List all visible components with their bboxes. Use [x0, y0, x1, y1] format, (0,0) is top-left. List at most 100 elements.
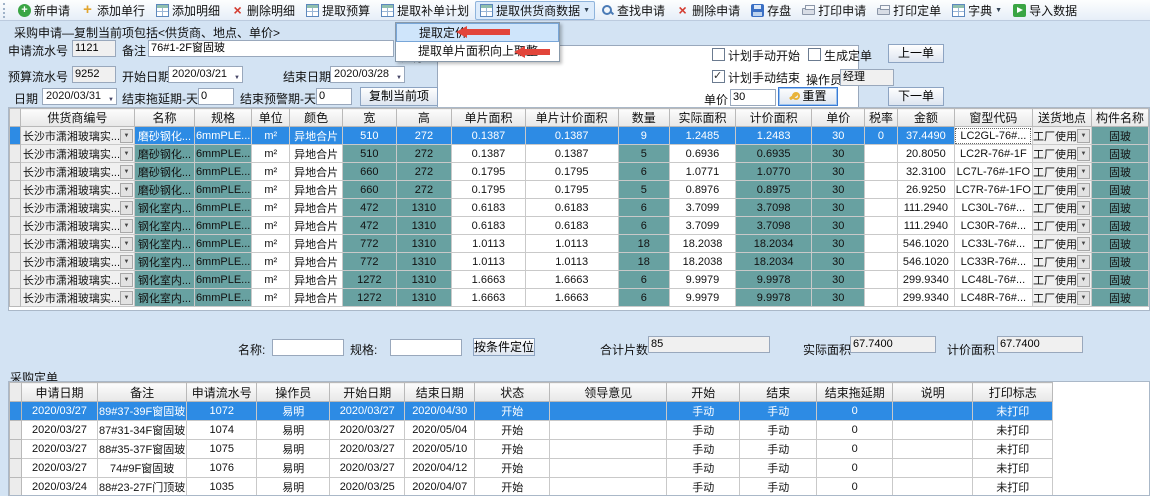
cell[interactable]: 1310: [396, 199, 452, 217]
cell[interactable]: [893, 402, 973, 421]
column-header[interactable]: 金额: [897, 109, 954, 127]
cell[interactable]: 0: [817, 440, 893, 459]
cell[interactable]: 开始: [475, 421, 550, 440]
cell[interactable]: 2020/03/27: [330, 402, 405, 421]
cell[interactable]: 772: [343, 235, 397, 253]
cell[interactable]: 0.1795: [525, 181, 618, 199]
dropdown-arrow-icon[interactable]: ▼: [120, 147, 133, 161]
cell[interactable]: 5: [618, 145, 670, 163]
cell[interactable]: 工厂使用▼: [1032, 235, 1091, 253]
cell[interactable]: 30: [812, 235, 865, 253]
cell[interactable]: 手动: [740, 478, 817, 496]
cell[interactable]: 26.9250: [897, 181, 954, 199]
cell[interactable]: LC33R-76#...: [954, 253, 1032, 271]
cell[interactable]: 88#35-37F窗固玻: [98, 440, 187, 459]
cell[interactable]: 0.1795: [525, 163, 618, 181]
column-header[interactable]: 说明: [893, 383, 973, 402]
end-date-select[interactable]: 2020/03/28▼: [330, 66, 405, 83]
copy-current-button[interactable]: 复制当前项: [360, 87, 438, 106]
cell[interactable]: [865, 289, 898, 307]
cell[interactable]: 长沙市潇湘玻璃实...▼: [20, 235, 134, 253]
plan-manual-end-checkbox[interactable]: [712, 70, 725, 83]
operator-field[interactable]: [840, 69, 894, 86]
cell[interactable]: 1310: [396, 289, 452, 307]
cell[interactable]: 开始: [475, 440, 550, 459]
dropdown-arrow-icon[interactable]: ▼: [1077, 129, 1090, 143]
cell[interactable]: 易明: [257, 402, 330, 421]
dropdown-arrow-icon[interactable]: ▼: [120, 219, 133, 233]
cell[interactable]: 未打印: [973, 421, 1053, 440]
toolbar-button[interactable]: 删除明细: [226, 1, 300, 20]
cell[interactable]: [865, 235, 898, 253]
cell[interactable]: 1.0770: [735, 163, 812, 181]
cell[interactable]: 异地合片: [290, 289, 343, 307]
total-pieces-field[interactable]: [648, 336, 770, 353]
cell[interactable]: 工厂使用▼: [1032, 289, 1091, 307]
table-row[interactable]: 长沙市潇湘玻璃实...▼钢化室内...6mmPLE...m²异地合片472131…: [10, 217, 1149, 235]
cell[interactable]: 钢化室内...: [135, 235, 195, 253]
cell[interactable]: 510: [343, 127, 397, 145]
locate-by-condition-button[interactable]: 按条件定位: [473, 338, 535, 356]
cell[interactable]: 磨砂钢化...: [135, 127, 195, 145]
cell[interactable]: 2020/05/10: [405, 440, 475, 459]
dropdown-arrow-icon[interactable]: ▼: [1077, 165, 1090, 179]
cell[interactable]: 0: [817, 478, 893, 496]
cell[interactable]: 0: [817, 421, 893, 440]
cell[interactable]: 长沙市潇湘玻璃实...▼: [20, 199, 134, 217]
table-row[interactable]: 2020/03/2488#23-27F门顶玻1035易明2020/03/2520…: [10, 478, 1053, 496]
cell[interactable]: 2020/03/27: [22, 421, 98, 440]
column-header[interactable]: 宽: [343, 109, 397, 127]
next-order-button[interactable]: 下一单: [888, 87, 944, 106]
cell[interactable]: 1.0113: [452, 253, 526, 271]
column-header[interactable]: 结束拖延期: [817, 383, 893, 402]
cell[interactable]: 30: [812, 271, 865, 289]
table-row[interactable]: 长沙市潇湘玻璃实...▼磨砂钢化...6mmPLE...m²异地合片660272…: [10, 181, 1149, 199]
cell[interactable]: 299.9340: [897, 289, 954, 307]
row-selector[interactable]: [10, 459, 22, 478]
toolbar-button[interactable]: 打印定单: [872, 1, 946, 20]
cell[interactable]: LC2GL-76#...: [954, 127, 1032, 145]
toolbar-button[interactable]: 查找申请: [596, 1, 670, 20]
dropdown-arrow-icon[interactable]: ▼: [1077, 291, 1090, 305]
dropdown-arrow-icon[interactable]: ▼: [120, 129, 133, 143]
cell[interactable]: 1.2483: [735, 127, 812, 145]
dropdown-arrow-icon[interactable]: ▼: [120, 273, 133, 287]
cell[interactable]: 74#9F窗固玻: [98, 459, 187, 478]
cell[interactable]: 工厂使用▼: [1032, 163, 1091, 181]
cell[interactable]: 111.2940: [897, 217, 954, 235]
cell[interactable]: 固玻: [1091, 253, 1148, 271]
cell[interactable]: m²: [252, 271, 290, 289]
cell[interactable]: [893, 478, 973, 496]
cell[interactable]: 固玻: [1091, 145, 1148, 163]
column-header[interactable]: 单片计价面积: [525, 109, 618, 127]
cell[interactable]: 长沙市潇湘玻璃实...▼: [20, 271, 134, 289]
cell[interactable]: 18.2034: [735, 235, 812, 253]
cell[interactable]: 异地合片: [290, 181, 343, 199]
cell[interactable]: 钢化室内...: [135, 199, 195, 217]
cell[interactable]: 开始: [475, 478, 550, 496]
cell[interactable]: 2020/03/27: [330, 440, 405, 459]
cell[interactable]: [550, 402, 667, 421]
column-header[interactable]: 备注: [98, 383, 187, 402]
toolbar-button[interactable]: 打印申请: [797, 1, 871, 20]
row-selector[interactable]: [10, 289, 21, 307]
cell[interactable]: 易明: [257, 421, 330, 440]
cell[interactable]: 6mmPLE...: [194, 289, 251, 307]
cell[interactable]: 9: [618, 127, 670, 145]
row-selector[interactable]: [10, 217, 21, 235]
row-selector[interactable]: [10, 402, 22, 421]
table-row[interactable]: 长沙市潇湘玻璃实...▼钢化室内...6mmPLE...m²异地合片772131…: [10, 235, 1149, 253]
delay-days-field[interactable]: [198, 88, 234, 105]
cell[interactable]: 手动: [740, 440, 817, 459]
cell[interactable]: 固玻: [1091, 217, 1148, 235]
cell[interactable]: 6mmPLE...: [194, 199, 251, 217]
cell[interactable]: 固玻: [1091, 163, 1148, 181]
cell[interactable]: 2020/03/27: [330, 421, 405, 440]
cell[interactable]: 未打印: [973, 459, 1053, 478]
previous-order-button[interactable]: 上一单: [888, 44, 944, 63]
cell[interactable]: 0.6935: [735, 145, 812, 163]
table-row[interactable]: 2020/03/2788#35-37F窗固玻1075易明2020/03/2720…: [10, 440, 1053, 459]
cell[interactable]: 0: [817, 402, 893, 421]
table-row[interactable]: 长沙市潇湘玻璃实...▼钢化室内...6mmPLE...m²异地合片772131…: [10, 253, 1149, 271]
cell[interactable]: 9.9979: [670, 271, 736, 289]
